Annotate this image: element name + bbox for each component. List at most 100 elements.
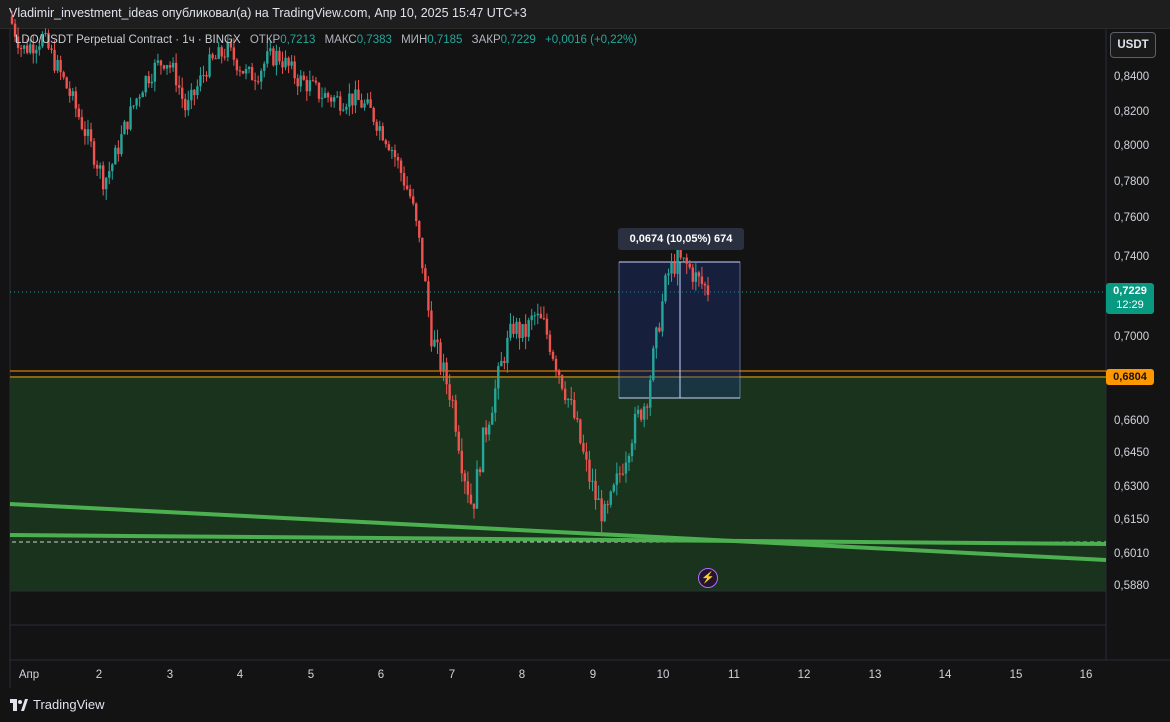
candle-body [646,406,649,408]
candle-body [418,221,421,238]
candle-body [615,473,619,485]
candle-body [442,362,445,371]
change-value: +0,0016 (+0,22%) [545,34,638,46]
candle-body [649,380,652,408]
candle-body [95,164,99,169]
candle-body [676,250,679,274]
candle-body [98,165,102,169]
candle-body [573,400,576,418]
tradingview-logo-icon [10,698,28,711]
candle-body [536,313,539,316]
candle-body [253,80,257,82]
currency-button[interactable]: USDT [1110,32,1156,58]
candle-body [588,459,591,482]
candle-body [138,97,141,99]
candle-body [618,473,622,475]
time-tick-label: 3 [167,669,173,681]
candle-body [302,75,305,80]
candle-body [50,48,53,50]
candle-body [667,273,670,276]
chart-canvas[interactable]: 0,8400 0,8200 0,8000 0,7800 0,7600 0,7400 0,70… [0,0,1170,722]
candle-body [612,484,615,492]
candle-body [591,480,594,482]
candle-body [627,456,631,463]
candle-body [111,164,114,172]
candle-body [235,59,239,71]
candle-body [512,323,515,334]
last-price-tag: 0,7229 12:29 [1106,283,1154,314]
candle-body [168,65,172,68]
candle-body [421,237,424,269]
candle-body [326,93,330,98]
candle-body [652,348,655,381]
candle-body [563,388,567,401]
candle-body [518,321,521,338]
candle-body [491,412,494,425]
time-tick-label: 15 [1010,669,1023,681]
candle-body [184,98,187,111]
candle-body [238,70,242,72]
candle-body [25,45,29,53]
candle-body [494,388,497,413]
candle-body [171,62,175,68]
candle-body [433,339,436,347]
price-tick-label: 0,8000 [1114,140,1149,152]
price-scale[interactable]: 0,8400 0,8200 0,8000 0,7800 0,7600 0,7400 0,70… [1114,71,1149,592]
time-tick-label: 9 [590,669,596,681]
candle-body [284,57,287,68]
candle-body [673,262,676,274]
candle-body [685,257,688,264]
candle-body [633,413,637,444]
low-value: 0,7185 [427,34,463,46]
price-tick-label: 0,6450 [1114,447,1149,459]
candle-body [153,62,157,82]
lightning-icon[interactable]: ⚡ [698,568,718,588]
candle-body [357,89,360,100]
candle-body [269,48,272,52]
candle-body [266,51,269,64]
candle-body [181,87,184,99]
candle-body [424,268,427,282]
candle-body [682,257,685,259]
candle-body [439,342,442,371]
candle-body [165,65,169,69]
time-tick-label: 7 [449,669,455,681]
candle-body [68,88,71,96]
candle-body [481,427,485,473]
candle-body [86,129,90,136]
candle-body [290,61,293,66]
candle-body [381,126,384,141]
time-scale[interactable]: Апр 2 3 4 5 6 7 8 9 10 11 12 13 14 15 16 [19,669,1093,681]
candle-body [208,54,211,77]
candle-body [129,106,132,130]
candle-body [159,60,163,66]
candle-body [609,491,612,505]
time-tick-label: 16 [1080,669,1093,681]
candle-body [557,370,561,376]
candle-body [336,96,339,98]
candle-body [594,480,597,501]
candle-body [387,144,391,151]
candle-body [606,504,609,506]
candle-body [478,469,482,473]
candle-body [232,47,236,60]
candle-body [554,358,558,371]
candle-body [603,504,606,522]
candle-body [92,141,96,165]
candle-body [436,339,439,343]
candle-body [120,134,123,155]
bar-countdown: 12:29 [1116,299,1144,311]
candle-body [299,75,302,87]
candle-body [703,283,707,286]
candle-body [83,129,87,136]
symbol-name[interactable]: LDO/USDT Perpetual Contract · 1ч · BINGX [15,34,241,46]
time-tick-label: 11 [728,669,740,681]
candle-body [156,60,160,63]
close-label: ЗАКР [471,34,501,46]
candle-body [19,47,23,49]
tradingview-logo[interactable]: TradingView [10,697,105,712]
candle-body [457,431,460,451]
candle-body [296,78,299,87]
candle-body [351,93,354,106]
candle-body [196,86,199,96]
